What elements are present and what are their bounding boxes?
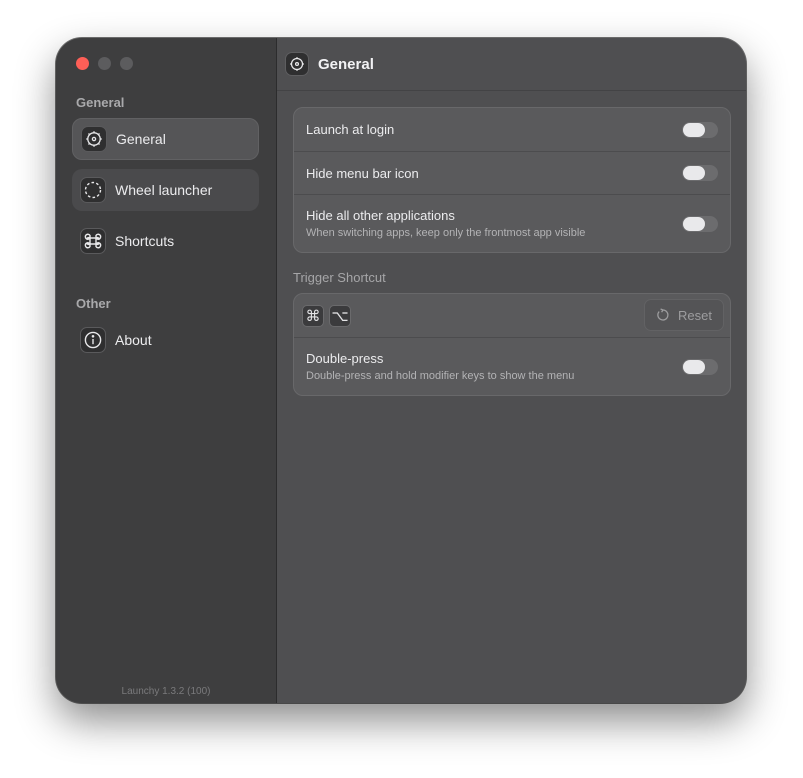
command-icon xyxy=(80,228,106,254)
gear-icon xyxy=(285,52,309,76)
zoom-button[interactable] xyxy=(120,57,133,70)
dashed-circle-icon xyxy=(80,177,106,203)
option-key-icon[interactable]: ⌥ xyxy=(329,304,351,327)
setting-row-hide-menu-bar-icon: Hide menu bar icon xyxy=(294,151,730,194)
sidebar-section-general: General xyxy=(76,95,125,110)
app-version: Launchy 1.3.2 (100) xyxy=(121,686,211,697)
hide-menu-bar-icon-toggle[interactable] xyxy=(682,165,718,181)
gear-icon xyxy=(81,126,107,152)
sidebar-item-general[interactable]: General xyxy=(72,118,259,160)
hide-other-apps-toggle[interactable] xyxy=(682,215,718,232)
reset-icon xyxy=(657,308,669,321)
sidebar-item-label: General xyxy=(116,131,166,147)
sidebar-item-shortcuts[interactable]: Shortcuts xyxy=(72,220,259,262)
trigger-shortcut-label: Trigger Shortcut xyxy=(293,270,386,285)
reset-button[interactable]: Reset xyxy=(644,299,724,331)
sidebar-section-other: Other xyxy=(76,296,111,311)
window-controls xyxy=(76,57,133,70)
reset-label: Reset xyxy=(678,307,712,323)
sidebar-item-label: Wheel launcher xyxy=(115,182,213,198)
sidebar: General General Wheel launcher Shortcuts… xyxy=(56,38,277,703)
setting-subtitle: Double-press and hold modifier keys to s… xyxy=(306,370,575,382)
minimize-button[interactable] xyxy=(98,57,111,70)
info-icon xyxy=(80,327,106,353)
setting-row-double-press: Double-press Double-press and hold modif… xyxy=(294,337,730,395)
setting-title: Launch at login xyxy=(306,122,395,137)
general-settings-card: Launch at login Hide menu bar icon Hide … xyxy=(293,107,731,253)
setting-row-hide-other-apps: Hide all other applications When switchi… xyxy=(294,194,730,252)
settings-window: General General Wheel launcher Shortcuts… xyxy=(56,38,746,703)
sidebar-item-about[interactable]: About xyxy=(72,319,259,361)
setting-title: Hide menu bar icon xyxy=(306,165,419,181)
launch-at-login-toggle[interactable] xyxy=(682,121,718,138)
sidebar-item-label: Shortcuts xyxy=(115,233,175,249)
setting-subtitle: When switching apps, keep only the front… xyxy=(306,227,586,239)
command-key-icon[interactable]: ⌘ xyxy=(302,304,324,327)
shortcut-keys-row: ⌘ ⌥ Reset xyxy=(294,294,730,337)
sidebar-item-label: About xyxy=(115,332,152,348)
setting-title: Hide all other applications xyxy=(306,208,455,223)
stage: General General Wheel launcher Shortcuts… xyxy=(0,0,803,778)
double-press-toggle[interactable] xyxy=(682,358,718,375)
sidebar-item-wheel-launcher[interactable]: Wheel launcher xyxy=(72,169,259,211)
page-title: General xyxy=(318,55,374,73)
setting-title: Double-press xyxy=(306,351,384,366)
setting-row-launch-at-login: Launch at login xyxy=(294,108,730,151)
page-header: General xyxy=(277,38,746,91)
close-button[interactable] xyxy=(76,57,89,70)
trigger-shortcut-card: ⌘ ⌥ Reset Double-press Double-press and … xyxy=(293,293,731,396)
main-panel: General Launch at login Hide menu bar ic… xyxy=(277,38,746,703)
